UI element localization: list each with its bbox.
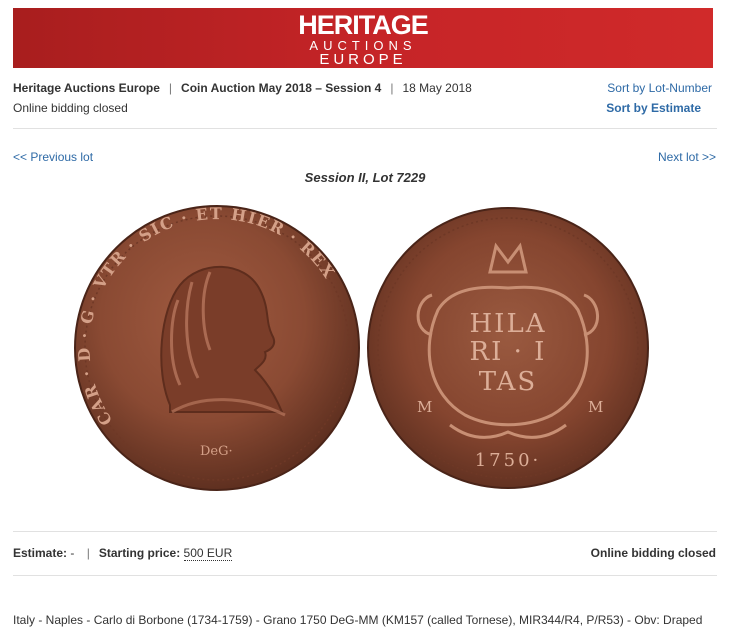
pricing-line: Estimate: - | Starting price: 500 EUR	[13, 546, 233, 561]
coin-reverse: HILA RI · I TAS M M 1750·	[367, 207, 649, 489]
reverse-line-1: HILA	[470, 309, 547, 339]
previous-lot-link[interactable]: << Previous lot	[13, 150, 93, 164]
reverse-line-2: RI · I	[470, 337, 547, 367]
reverse-mint-mark-right: M	[588, 398, 603, 416]
coin-obverse: CAR · D · G · VTR · SIC · ET HIER · REX …	[74, 204, 360, 491]
logo-main-text: HERITAGE	[298, 10, 429, 40]
breadcrumb-separator: |	[168, 81, 173, 95]
breadcrumb-separator: |	[390, 81, 394, 95]
lot-description: Italy - Naples - Carlo di Borbone (1734-…	[13, 613, 703, 627]
lot-bidding-status: Online bidding closed	[590, 546, 716, 560]
divider	[13, 128, 717, 129]
reverse-date: 1750·	[475, 450, 542, 471]
lot-title: Session II, Lot 7229	[304, 170, 426, 185]
estimate-value: -	[70, 546, 75, 560]
reverse-line-3: TAS	[479, 367, 538, 397]
starting-price-label: Starting price:	[98, 546, 181, 560]
next-lot-link[interactable]: Next lot >>	[658, 150, 716, 164]
divider	[13, 531, 717, 532]
auction-date: 18 May 2018	[402, 81, 472, 95]
sort-by-lot-number-link[interactable]: Sort by Lot-Number	[607, 81, 712, 95]
header-banner[interactable]: HERITAGE AUCTIONS EUROPE	[13, 8, 713, 68]
sort-by-estimate-link[interactable]: Sort by Estimate	[606, 101, 701, 115]
pricing-separator: |	[86, 546, 90, 560]
logo-region-text: EUROPE	[319, 51, 407, 68]
estimate-label: Estimate:	[13, 546, 68, 560]
heritage-logo[interactable]: HERITAGE AUCTIONS EUROPE	[13, 12, 713, 68]
breadcrumb: Heritage Auctions Europe | Coin Auction Ma…	[13, 81, 472, 95]
starting-price-value[interactable]: 500 EUR	[183, 546, 233, 561]
bidding-status: Online bidding closed	[13, 101, 128, 115]
reverse-mint-mark-left: M	[417, 398, 432, 416]
obverse-mark: DeG·	[200, 444, 233, 459]
auction-house-name: Heritage Auctions Europe	[13, 81, 160, 95]
auction-name: Coin Auction May 2018 – Session 4	[181, 81, 382, 95]
divider	[13, 575, 717, 576]
coin-image[interactable]: CAR · D · G · VTR · SIC · ET HIER · REX …	[60, 200, 660, 500]
